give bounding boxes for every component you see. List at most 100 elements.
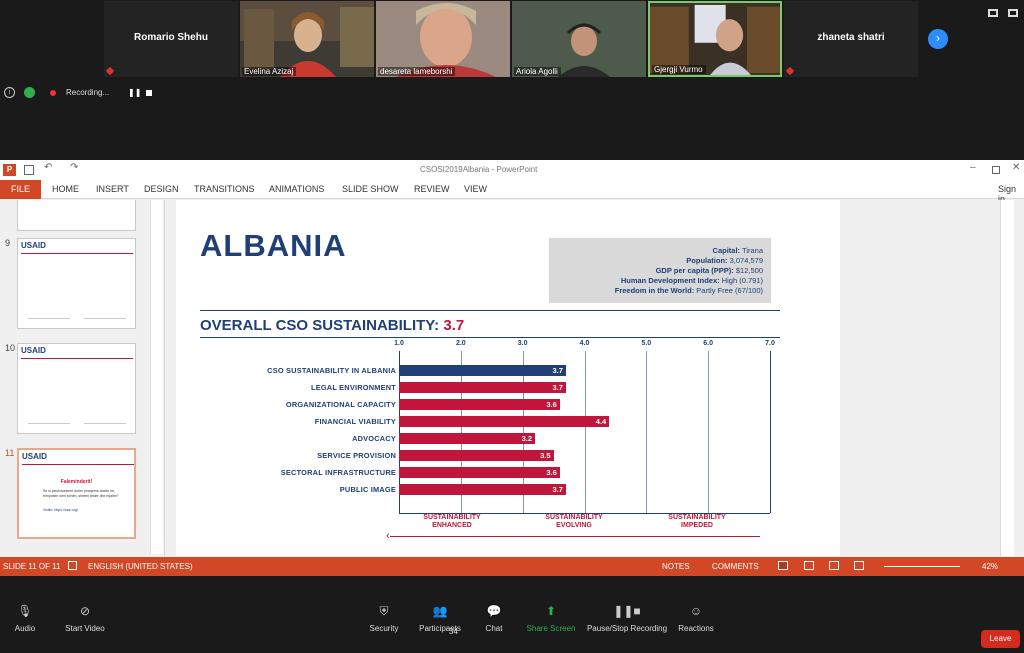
bar-category-label: ORGANIZATIONAL CAPACITY: [285, 400, 396, 409]
maximize-icon[interactable]: [992, 166, 1000, 174]
thumb-chart-left: [28, 384, 70, 424]
gridline: [770, 351, 771, 513]
thumb-divider: [22, 464, 134, 465]
slide-number: 9: [5, 238, 11, 248]
speaker-view-icon[interactable]: [988, 9, 998, 17]
participant-tile-1[interactable]: Romario Shehu: [104, 1, 238, 77]
bar-category-label: SECTORAL INFRASTRUCTURE: [280, 468, 396, 477]
security-button[interactable]: Security: [370, 624, 399, 633]
spell-check-icon[interactable]: [68, 561, 77, 570]
participant-tile-5[interactable]: Gjergji Vurmo: [648, 1, 782, 77]
slide-sorter-icon[interactable]: [804, 561, 814, 570]
reading-view-icon[interactable]: [829, 561, 839, 570]
usaid-logo: USAID: [21, 346, 46, 355]
chat-button[interactable]: Chat: [486, 624, 503, 633]
window-title: CSOSI2019Albania - PowerPoint: [420, 165, 538, 174]
x-tick-label: 2.0: [455, 340, 466, 347]
start-video-button[interactable]: Start Video: [65, 624, 104, 633]
zoom-level[interactable]: 42%: [982, 562, 998, 571]
bar: 3.7: [399, 365, 566, 376]
video-off-icon[interactable]: ⊘: [80, 604, 90, 618]
chat-icon[interactable]: 💬: [487, 604, 502, 618]
overall-score: 3.7: [443, 317, 465, 334]
tab-transitions[interactable]: TRANSITIONS: [194, 184, 255, 194]
language-indicator[interactable]: ENGLISH (UNITED STATES): [88, 562, 193, 571]
next-page-button[interactable]: ›: [928, 29, 948, 49]
thumbnail-scrollbar[interactable]: [150, 200, 163, 554]
zoom-slider[interactable]: [884, 566, 960, 567]
recording-indicator: i Recording... ❚❚: [0, 84, 160, 102]
slide-thumbnail-9[interactable]: USAID: [17, 238, 136, 329]
tab-insert[interactable]: INSERT: [96, 184, 129, 194]
bar-value-label: 3.6: [546, 468, 557, 477]
notes-button[interactable]: NOTES: [662, 562, 690, 571]
slide-thumbnail-10[interactable]: USAID: [17, 343, 136, 434]
pause-recording-icon[interactable]: ❚❚: [128, 88, 141, 97]
recording-dot-icon: [50, 90, 56, 96]
tab-file[interactable]: FILE: [0, 180, 41, 199]
pause-stop-recording-icon[interactable]: ❚❚■: [613, 604, 640, 618]
info-icon[interactable]: i: [4, 87, 15, 98]
participant-tile-6[interactable]: zhaneta shatri: [784, 1, 918, 77]
x-tick-label: 5.0: [641, 340, 652, 347]
undo-icon[interactable]: ↶: [44, 162, 52, 173]
fullscreen-icon[interactable]: [1008, 9, 1018, 17]
tab-review[interactable]: REVIEW: [414, 184, 450, 194]
gridline: [646, 351, 648, 513]
redo-icon[interactable]: ↷: [70, 162, 78, 173]
minimize-icon[interactable]: –: [970, 162, 976, 173]
reactions-button[interactable]: Reactions: [678, 624, 714, 633]
tab-view[interactable]: VIEW: [464, 184, 487, 194]
audio-button[interactable]: Audio: [15, 624, 35, 633]
leave-button[interactable]: Leave: [981, 630, 1020, 648]
x-tick-label: 4.0: [579, 340, 590, 347]
x-tick-label: 3.0: [517, 340, 528, 347]
bar-category-label: ADVOCACY: [352, 434, 396, 443]
save-icon[interactable]: [24, 165, 34, 175]
pause-stop-recording-button[interactable]: Pause/Stop Recording: [587, 624, 667, 633]
country-title: ALBANIA: [200, 228, 347, 263]
vertical-scrollbar[interactable]: [1000, 200, 1014, 556]
zone-label-enhanced: SUSTAINABILITY ENHANCED: [423, 514, 481, 529]
slide[interactable]: ALBANIA Capital: Tirana Population: 3,07…: [176, 200, 840, 556]
microphone-icon[interactable]: 🎙: [17, 604, 32, 618]
share-screen-icon[interactable]: ⬆: [546, 604, 556, 618]
thumb-chart-right: [84, 279, 126, 319]
slide-number: 11: [5, 448, 15, 458]
encryption-shield-icon[interactable]: [24, 87, 35, 98]
powerpoint-logo-icon: P: [3, 164, 16, 176]
tab-home[interactable]: HOME: [52, 184, 79, 194]
arrow-head-icon: ‹: [386, 530, 390, 542]
tab-slide-show[interactable]: SLIDE SHOW: [342, 184, 399, 194]
participant-tile-2[interactable]: Evelina Azizaj: [240, 1, 374, 77]
tab-design[interactable]: DESIGN: [144, 184, 179, 194]
participant-tile-4[interactable]: Ariola Agolli: [512, 1, 646, 77]
close-icon[interactable]: ✕: [1012, 162, 1020, 173]
powerpoint-window: P ↶ ↷ CSOSI2019Albania - PowerPoint – ✕ …: [0, 160, 1024, 576]
reactions-icon[interactable]: ☺: [690, 604, 702, 618]
slide-counter: SLIDE 11 OF 11: [3, 562, 61, 571]
security-shield-icon[interactable]: ⛨: [379, 604, 388, 619]
participant-video: [512, 1, 646, 77]
participant-name: Gjergji Vurmo: [652, 65, 706, 74]
title-divider: [200, 310, 780, 311]
thumb-link: Visitto: https://cssi.org/: [43, 508, 78, 512]
participant-tile-3[interactable]: desareta lameborshi: [376, 1, 510, 77]
comments-button[interactable]: COMMENTS: [712, 562, 759, 571]
x-tick-label: 6.0: [703, 340, 714, 347]
stop-recording-icon[interactable]: [146, 90, 152, 96]
share-screen-button[interactable]: Share Screen: [527, 624, 576, 633]
slide-number: 10: [5, 343, 16, 353]
recording-label: Recording...: [66, 88, 110, 97]
participant-name: desareta lameborshi: [378, 67, 456, 76]
participants-icon[interactable]: 👥: [433, 604, 448, 618]
bar: 3.5: [399, 450, 554, 461]
enhanced-arrow-icon: [390, 536, 760, 537]
slideshow-icon[interactable]: [854, 561, 864, 570]
participants-button[interactable]: Participants: [419, 624, 461, 633]
normal-view-icon[interactable]: [778, 561, 788, 570]
slide-thumbnail-11[interactable]: USAID Faleminderit! Se si perdoruesime d…: [17, 448, 136, 539]
slide-thumbnail-8[interactable]: [17, 200, 136, 231]
overall-heading: OVERALL CSO SUSTAINABILITY: 3.7: [200, 317, 465, 334]
tab-animations[interactable]: ANIMATIONS: [269, 184, 324, 194]
